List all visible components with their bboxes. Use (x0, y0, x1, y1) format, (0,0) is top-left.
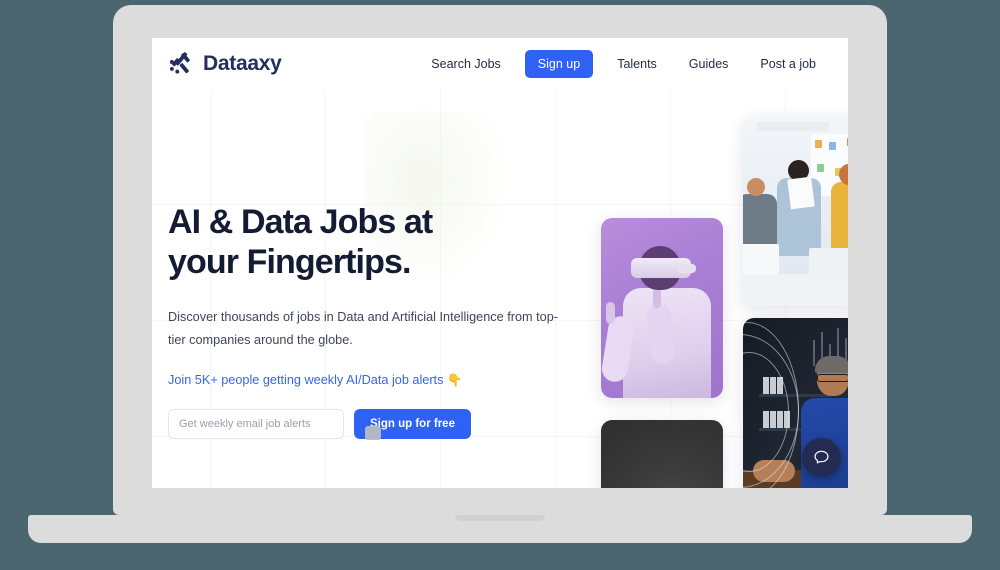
nav-link-search-jobs[interactable]: Search Jobs (415, 57, 516, 71)
email-input[interactable] (168, 408, 344, 439)
newsletter-link-label: Join 5K+ people getting weekly AI/Data j… (168, 372, 444, 387)
nav-link-post-a-job[interactable]: Post a job (744, 57, 832, 71)
mouse-cursor-artifact (365, 426, 381, 440)
hero-title: AI & Data Jobs at your Fingertips. (168, 203, 433, 281)
nav-signup-button[interactable]: Sign up (524, 49, 594, 78)
hero-content: AI & Data Jobs at your Fingertips. Disco… (168, 203, 588, 439)
vr-goggles-strap (677, 264, 696, 273)
office-ceiling-lamp (757, 122, 829, 131)
office-person-right-body (831, 182, 848, 256)
newsletter-link[interactable]: Join 5K+ people getting weekly AI/Data j… (168, 373, 462, 387)
analyst-chart-bar (813, 340, 815, 366)
dataaxy-slash-mark-icon (169, 52, 190, 74)
chat-widget-button[interactable] (802, 438, 841, 477)
office-sticky-note (829, 142, 836, 150)
brand-name: Dataaxy (203, 51, 282, 75)
office-laptop-left (743, 244, 779, 274)
nav-links: Search Jobs Sign up Talents Guides Post … (415, 49, 832, 78)
site-navbar: Dataaxy Search Jobs Sign up Talents Guid… (152, 38, 848, 89)
eyeglasses-icon (817, 374, 848, 382)
vr-person-left-finger (606, 302, 615, 324)
laptop-notch (455, 515, 545, 521)
browser-screen: Dataaxy Search Jobs Sign up Talents Guid… (152, 38, 848, 488)
office-desk (743, 274, 848, 306)
office-person-left-head (747, 178, 765, 196)
office-sticky-note (815, 140, 822, 148)
office-paper-sheet (787, 176, 815, 210)
photo-card-office-team (743, 116, 848, 306)
brand-logo[interactable]: Dataaxy (168, 50, 282, 77)
vr-person-right-finger (653, 288, 661, 308)
photo-card-dark-portrait (601, 420, 723, 488)
analyst-person-hair (815, 356, 848, 373)
chat-bubble-icon (814, 450, 829, 464)
office-sticky-note (847, 138, 848, 146)
nav-link-guides[interactable]: Guides (673, 57, 745, 71)
nav-link-talents[interactable]: Talents (601, 57, 673, 71)
dark-photo-background (601, 420, 723, 488)
hero-subtitle: Discover thousands of jobs in Data and A… (168, 309, 558, 348)
office-laptop-right (809, 248, 848, 278)
photo-card-vr-headset (601, 218, 723, 398)
pointing-down-hand-icon: 👇 (446, 372, 462, 387)
office-sticky-note (817, 164, 824, 172)
